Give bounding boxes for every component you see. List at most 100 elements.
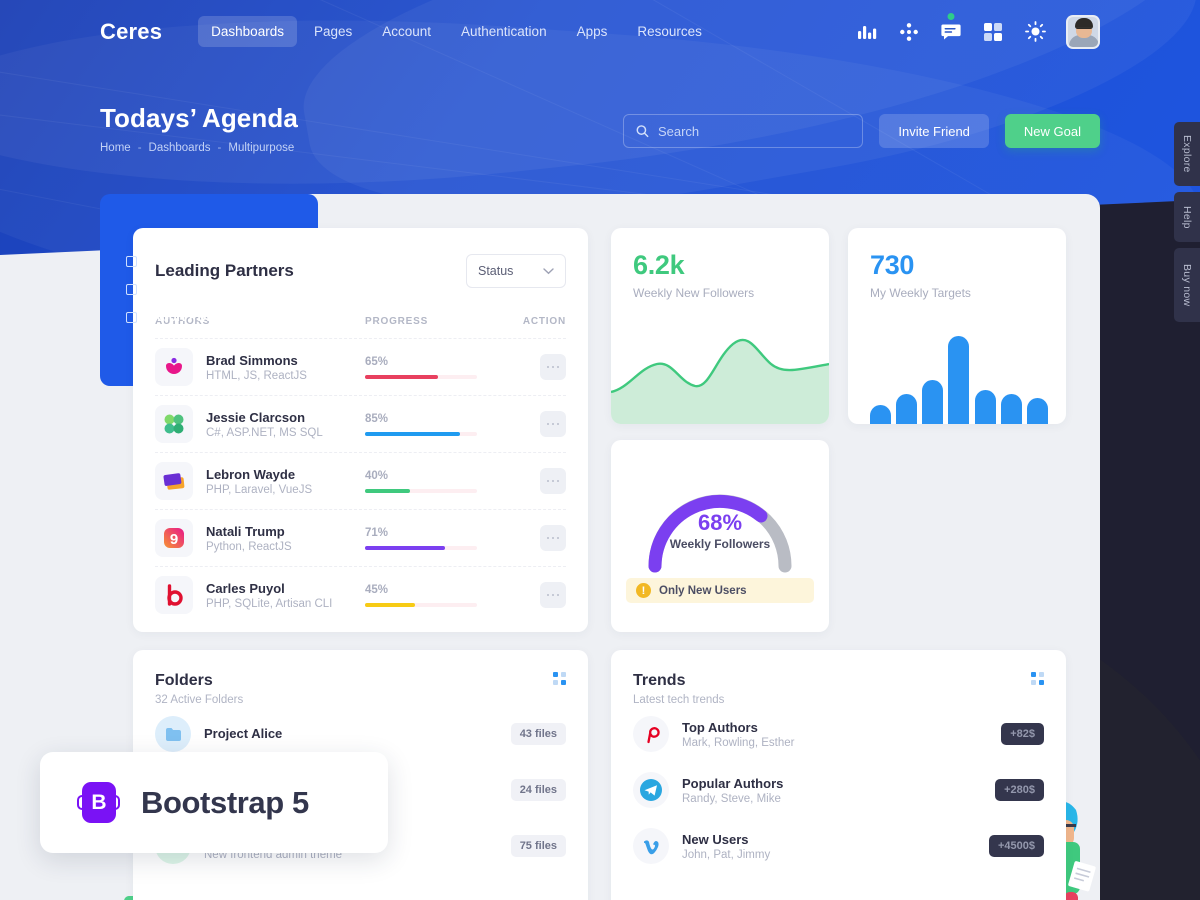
grid-menu-icon[interactable] xyxy=(553,672,566,685)
svg-text:9: 9 xyxy=(170,531,178,548)
partner-name: Carles Puyol xyxy=(206,580,285,596)
status-select[interactable]: Status xyxy=(466,254,566,288)
chart-bar-icon[interactable] xyxy=(856,21,878,43)
side-tab-explore[interactable]: Explore xyxy=(1174,122,1200,186)
breadcrumb-item-dashboards[interactable]: Dashboards xyxy=(149,142,211,154)
search-icon xyxy=(636,125,649,138)
list-item: New Users John, Pat, Jimmy +4500$ xyxy=(633,818,1044,874)
bar xyxy=(1026,398,1048,424)
progress-fill xyxy=(365,545,445,550)
new-goal-button[interactable]: New Goal xyxy=(1004,114,1100,148)
beats-logo xyxy=(155,576,193,614)
column-action: ACTION xyxy=(522,316,566,327)
page-heading-block: Todays’ Agenda Home - Dashboards - Multi… xyxy=(100,103,298,154)
table-row: Carles Puyol PHP, SQLite, Artisan CLI 45… xyxy=(155,566,566,623)
brand-logo[interactable]: Ceres xyxy=(100,19,162,45)
promo-item-cereate[interactable]: Cereate xyxy=(126,254,214,268)
partner-progress-value: 45% xyxy=(365,583,389,596)
side-tab-buy-now[interactable]: Buy now xyxy=(1174,248,1200,322)
chat-bubble-icon[interactable] xyxy=(940,12,962,43)
nav-item-dashboards[interactable]: Dashboards xyxy=(198,16,297,47)
row-action-menu-button[interactable] xyxy=(540,354,566,380)
bar xyxy=(922,380,944,424)
weekly-followers-stat-card: 6.2k Weekly New Followers xyxy=(611,228,829,424)
row-action-menu-button[interactable] xyxy=(540,525,566,551)
side-tab-group: Explore Help Buy now xyxy=(1174,122,1200,322)
side-tab-label: Buy now xyxy=(1181,263,1193,307)
promo-item-export-pdf[interactable]: Export PDF xyxy=(126,310,214,324)
stat-label: Weekly New Followers xyxy=(633,286,755,300)
breadcrumb-item-home[interactable]: Home xyxy=(100,142,131,154)
invite-friend-button[interactable]: Invite Friend xyxy=(879,114,989,148)
brightness-sun-icon[interactable] xyxy=(1024,21,1046,43)
vimeo-logo xyxy=(633,828,669,864)
folder-file-count: 24 files xyxy=(510,779,566,801)
followers-area-chart xyxy=(611,338,829,424)
trend-amount: +82$ xyxy=(1001,723,1044,745)
folders-subtitle: 32 Active Folders xyxy=(155,694,244,706)
row-action-menu-button[interactable] xyxy=(540,411,566,437)
partner-stack: C#, ASP.NET, MS SQL xyxy=(206,426,323,439)
gauge-label: Weekly Followers xyxy=(669,537,771,551)
weekly-followers-gauge-card: 68% Weekly Followers ! Only New Users xyxy=(611,440,829,632)
trends-title: Trends xyxy=(633,672,686,689)
compass-diamond-icon[interactable] xyxy=(898,21,920,43)
promo-checklist: Cereate Observe Export PDF xyxy=(126,254,214,338)
grid-squares-icon[interactable] xyxy=(982,21,1004,43)
partner-name: Lebron Wayde xyxy=(206,466,296,482)
gauge-chart: 68% Weekly Followers xyxy=(611,458,829,576)
search-box[interactable] xyxy=(623,114,864,148)
partners-column-headers: AUTHORS PROGRESS ACTION xyxy=(155,316,566,338)
side-tab-help[interactable]: Help xyxy=(1174,192,1200,242)
trend-amount: +280$ xyxy=(995,779,1044,801)
chevron-down-icon xyxy=(543,267,554,274)
trends-subtitle: Latest tech trends xyxy=(633,694,725,706)
stat-value: 730 xyxy=(870,250,915,280)
table-row: Jessie Clarcson C#, ASP.NET, MS SQL 85% xyxy=(155,395,566,452)
bar xyxy=(948,336,970,424)
top-icon-group xyxy=(856,12,1100,49)
grid-menu-icon[interactable] xyxy=(1031,672,1044,685)
gauge-alert-banner: ! Only New Users xyxy=(626,578,814,603)
partner-progress-value: 85% xyxy=(365,412,389,425)
trend-sub: John, Pat, Jimmy xyxy=(682,848,771,861)
folders-title: Folders xyxy=(155,672,213,689)
nav-item-authentication[interactable]: Authentication xyxy=(448,16,560,47)
partner-stack: Python, ReactJS xyxy=(206,540,292,553)
header-actions: Invite Friend New Goal xyxy=(623,114,1100,148)
side-tab-label: Explore xyxy=(1181,135,1193,173)
search-input[interactable] xyxy=(657,123,851,139)
progress-fill xyxy=(365,602,416,607)
breadcrumb-item-multipurpose[interactable]: Multipurpose xyxy=(228,142,294,154)
stat-label: My Weekly Targets xyxy=(870,286,971,300)
progress-track xyxy=(365,602,477,607)
progress-fill xyxy=(365,488,410,493)
nav-item-account[interactable]: Account xyxy=(369,16,444,47)
trends-header: Trends Latest tech trends xyxy=(633,672,1044,706)
breadcrumb-separator: - xyxy=(137,142,142,154)
user-avatar[interactable] xyxy=(1066,14,1100,49)
trend-name: New Users xyxy=(682,831,749,847)
row-action-menu-button[interactable] xyxy=(540,582,566,608)
partner-progress-value: 40% xyxy=(365,469,389,482)
table-row: Brad Simmons HTML, JS, ReactJS 65% xyxy=(155,338,566,395)
row-action-menu-button[interactable] xyxy=(540,468,566,494)
nav-item-pages[interactable]: Pages xyxy=(301,16,365,47)
table-row: Lebron Wayde PHP, Laravel, VueJS 40% xyxy=(155,452,566,509)
promo-item-observe[interactable]: Observe xyxy=(126,282,214,296)
list-item: Popular Authors Randy, Steve, Mike +280$ xyxy=(633,762,1044,818)
promo-item-label: Cereate xyxy=(146,254,192,268)
progress-fill xyxy=(365,374,438,379)
progress-track xyxy=(365,374,477,379)
telegram-logo xyxy=(633,772,669,808)
nav-item-resources[interactable]: Resources xyxy=(624,16,715,47)
top-navigation-bar: Ceres Dashboards Pages Account Authentic… xyxy=(0,0,1200,63)
progress-track xyxy=(365,545,477,550)
nav-item-apps[interactable]: Apps xyxy=(564,16,621,47)
trend-name: Popular Authors xyxy=(682,775,784,791)
partner-stack: PHP, SQLite, Artisan CLI xyxy=(206,597,333,610)
breadcrumb: Home - Dashboards - Multipurpose xyxy=(100,142,298,154)
notification-badge-dot xyxy=(947,12,955,20)
checkbox-icon xyxy=(126,311,137,323)
bar xyxy=(870,405,891,424)
